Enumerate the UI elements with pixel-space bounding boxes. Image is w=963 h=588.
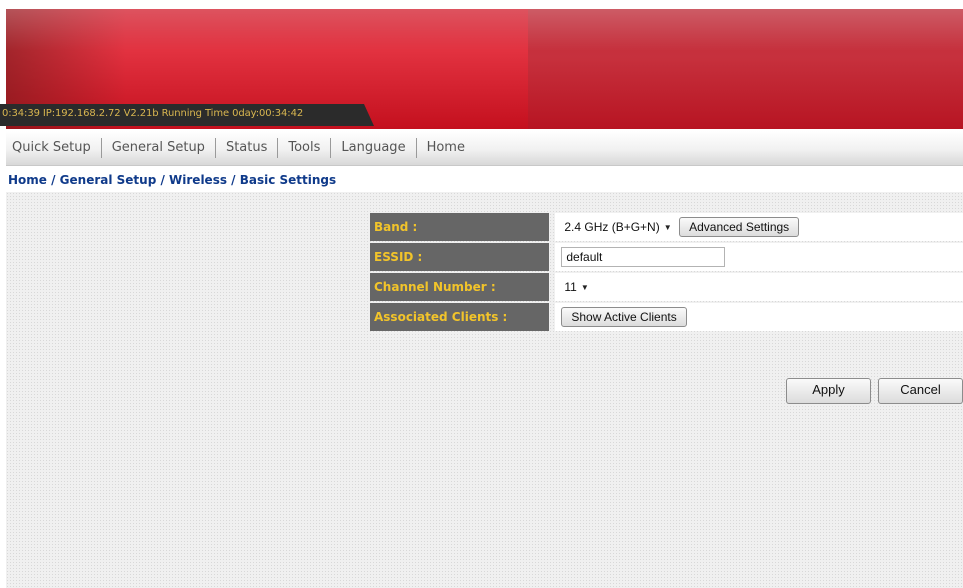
status-info-text: 0:34:39 IP:192.168.2.72 V2.21b Running T… — [2, 108, 304, 119]
chevron-down-icon: ▼ — [663, 222, 672, 232]
band-row: Band : 2.4 GHz (B+G+N) ▼ Advanced Settin… — [370, 213, 963, 241]
status-info-bar: 0:34:39 IP:192.168.2.72 V2.21b Running T… — [0, 104, 374, 126]
band-label: Band : — [370, 213, 550, 241]
nav-status[interactable]: Status — [216, 138, 279, 158]
essid-row: ESSID : — [370, 243, 963, 271]
channel-label: Channel Number : — [370, 273, 550, 301]
apply-button[interactable]: Apply — [786, 378, 871, 404]
channel-select[interactable]: 11 ▼ — [561, 277, 591, 297]
channel-value-cell: 11 ▼ — [555, 273, 963, 301]
nav-general-setup[interactable]: General Setup — [102, 138, 216, 158]
essid-input[interactable] — [561, 247, 726, 267]
band-select-value: 2.4 GHz (B+G+N) — [564, 220, 660, 234]
band-value-cell: 2.4 GHz (B+G+N) ▼ Advanced Settings — [555, 213, 963, 241]
nav-home[interactable]: Home — [417, 138, 475, 158]
show-active-clients-button[interactable]: Show Active Clients — [561, 307, 687, 327]
essid-value-cell — [555, 243, 963, 271]
advanced-settings-button[interactable]: Advanced Settings — [679, 217, 800, 237]
chevron-down-icon: ▼ — [580, 282, 589, 292]
breadcrumb: Home / General Setup / Wireless / Basic … — [8, 173, 337, 187]
banner-highlight — [6, 9, 963, 51]
top-strip — [0, 0, 963, 9]
main-nav: Quick Setup General Setup Status Tools L… — [6, 131, 963, 166]
clients-row: Associated Clients : Show Active Clients — [370, 303, 963, 331]
band-select[interactable]: 2.4 GHz (B+G+N) ▼ — [561, 217, 674, 237]
clients-value-cell: Show Active Clients — [555, 303, 963, 331]
essid-label: ESSID : — [370, 243, 550, 271]
nav-tools[interactable]: Tools — [278, 138, 332, 158]
channel-row: Channel Number : 11 ▼ — [370, 273, 963, 301]
cancel-button[interactable]: Cancel — [878, 378, 963, 404]
channel-select-value: 11 — [564, 280, 577, 294]
nav-quick-setup[interactable]: Quick Setup — [6, 138, 102, 158]
settings-table: Band : 2.4 GHz (B+G+N) ▼ Advanced Settin… — [370, 211, 963, 333]
nav-language[interactable]: Language — [331, 138, 417, 158]
clients-label: Associated Clients : — [370, 303, 550, 331]
